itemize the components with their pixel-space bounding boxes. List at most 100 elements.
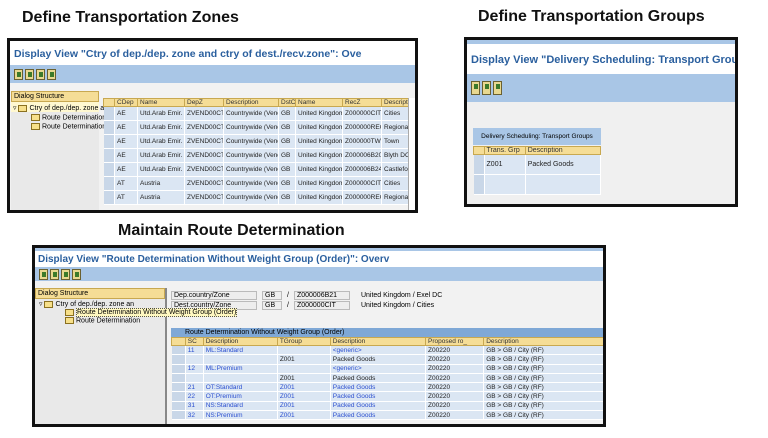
tree-node[interactable]: Route Determination: [11, 121, 106, 131]
table-cell: United Kingdom: [295, 106, 343, 121]
row-selector[interactable]: [103, 176, 115, 191]
table-cell: Z000000CIT: [342, 176, 382, 191]
heading-groups: Define Transportation Groups: [478, 8, 705, 25]
table-row[interactable]: 11 ML:Standard <generic> Z00220 GB > GB / Ci…: [171, 345, 603, 356]
folder-icon: [65, 317, 74, 325]
table-cell: [277, 345, 331, 356]
column-header[interactable]: Description: [524, 146, 602, 155]
row-selector[interactable]: [473, 174, 485, 195]
column-header[interactable]: Name: [295, 98, 343, 107]
scrollbar[interactable]: [408, 98, 415, 210]
row-selector[interactable]: [171, 364, 186, 374]
column-header[interactable]: DstC: [278, 98, 296, 107]
table-row[interactable]: AEUtd.Arab Emir.ZVEND00CTWCountrywide (V…: [103, 148, 415, 163]
select-block-icon[interactable]: [482, 81, 491, 95]
column-header[interactable]: CDep: [114, 98, 138, 107]
table-cell: Z001: [277, 354, 331, 365]
country-field: GB: [262, 290, 282, 300]
table-cell: <generic>: [330, 364, 427, 374]
table-row[interactable]: 32 NS:Premium Z001 Packed Goods Z00220 GB > G…: [171, 410, 603, 421]
column-header[interactable]: Description: [329, 337, 427, 346]
row-selector[interactable]: [171, 410, 186, 421]
table-cell: NS:Premium: [203, 410, 278, 421]
table-cell: Utd.Arab Emir.: [137, 162, 185, 177]
select-block-icon[interactable]: [61, 268, 70, 280]
table-cell: GB > GB / City (RF): [483, 391, 603, 402]
table-cell: Packed Goods: [330, 354, 427, 365]
table-cell: ZVEND00CTW: [184, 176, 224, 191]
row-selector[interactable]: [103, 134, 115, 149]
select-all-icon[interactable]: [50, 268, 59, 280]
table-row[interactable]: AEUtd.Arab Emir.ZVEND00CTWCountrywide (V…: [103, 134, 415, 149]
select-block-icon[interactable]: [36, 68, 45, 80]
table-cell: Utd.Arab Emir.: [137, 120, 185, 135]
row-selector[interactable]: [103, 120, 115, 135]
row-selector-header[interactable]: [473, 146, 485, 155]
column-header[interactable]: DepZ: [184, 98, 224, 107]
select-all-icon[interactable]: [25, 68, 34, 80]
table-row[interactable]: Z001 Packed Goods Z00220 GB > GB / City (RF…: [171, 373, 603, 384]
table-cell: AE: [114, 162, 138, 177]
row-selector[interactable]: [171, 382, 186, 393]
row-selector[interactable]: [171, 391, 186, 402]
column-header[interactable]: Proposed ro_: [425, 337, 485, 346]
deselect-icon[interactable]: [493, 81, 502, 95]
table-cell: [484, 174, 526, 195]
tree-node[interactable]: ▿ Ctry of dep./dep. zone an: [11, 102, 108, 112]
column-header[interactable]: Trans. Grp: [483, 146, 526, 155]
tree-node[interactable]: Route Determination Without Weight Group…: [35, 308, 238, 318]
heading-route: Maintain Route Determination: [118, 222, 345, 239]
column-header[interactable]: RecZ: [342, 98, 382, 107]
table-cell: Packed Goods: [330, 382, 427, 393]
table-cell: GB: [278, 106, 296, 121]
row-selector[interactable]: [171, 401, 186, 412]
table-row[interactable]: 21 OT:Standard Z001 Packed Goods Z00220 GB > …: [171, 382, 603, 393]
table-cell: AE: [114, 134, 138, 149]
deselect-icon[interactable]: [72, 268, 81, 280]
column-header[interactable]: Description: [202, 337, 278, 346]
row-selector[interactable]: [103, 190, 115, 205]
table-row[interactable]: AEUtd.Arab Emir.ZVEND00CTWCountrywide (V…: [103, 162, 415, 177]
select-all-icon[interactable]: [471, 81, 480, 95]
table-row[interactable]: ATAustriaZVEND00CTWCountrywide (Vendor)G…: [103, 176, 415, 191]
table-cell: ZVEND00CTW: [184, 120, 224, 135]
table-cell: NS:Standard: [203, 401, 278, 412]
table-row[interactable]: AEUtd.Arab Emir.ZVEND00CTWCountrywide (V…: [103, 120, 415, 135]
row-selector[interactable]: [473, 154, 485, 175]
table-row[interactable]: Z001 Packed Goods: [473, 154, 602, 175]
table-row[interactable]: [473, 174, 602, 195]
table-cell: AE: [114, 120, 138, 135]
folder-open-icon: [65, 309, 74, 316]
table-cell: GB: [278, 134, 296, 149]
column-header[interactable]: Description: [223, 98, 279, 107]
table-row[interactable]: ATAustriaZVEND00CTWCountrywide (Vendor)G…: [103, 190, 415, 205]
table-cell: GB > GB / City (RF): [483, 401, 603, 412]
table-cell: ML:Standard: [203, 345, 278, 356]
row-selector[interactable]: [171, 354, 186, 365]
deselect-icon[interactable]: [47, 68, 56, 80]
table-row[interactable]: 22 OT:Premium Z001 Packed Goods Z00220 GB > G…: [171, 391, 603, 402]
row-selector-header[interactable]: [103, 98, 115, 107]
row-selector[interactable]: [171, 373, 186, 384]
table-row[interactable]: 12 ML:Premium <generic> Z00220 GB > GB / Cit…: [171, 364, 603, 374]
change-icon[interactable]: [39, 268, 48, 280]
change-icon[interactable]: [14, 68, 23, 80]
row-selector[interactable]: [103, 162, 115, 177]
row-selector[interactable]: [103, 148, 115, 163]
tree-node[interactable]: ▿ Ctry of dep./dep. zone an: [35, 299, 165, 308]
row-selector-header[interactable]: [171, 337, 186, 346]
row-selector[interactable]: [103, 106, 115, 121]
tree-node[interactable]: Route Determination: [11, 112, 106, 121]
table-row[interactable]: Z001 Packed Goods Z00220 GB > GB / City (RF…: [171, 354, 603, 365]
column-header[interactable]: Description: [483, 337, 603, 346]
tree-node[interactable]: Route Determination: [35, 316, 165, 325]
column-header[interactable]: SC: [184, 337, 204, 346]
row-selector[interactable]: [171, 345, 186, 356]
table-cell: Z000006B24: [342, 162, 382, 177]
table-row[interactable]: 31 NS:Standard Z001 Packed Goods Z00220 GB > …: [171, 401, 603, 412]
column-header[interactable]: TGroup: [276, 337, 331, 346]
table-cell: Z001: [277, 401, 331, 412]
table-row[interactable]: AEUtd.Arab Emir.ZVEND00CTWCountrywide (V…: [103, 106, 415, 121]
table-cell: Countrywide (Vendor): [223, 162, 279, 177]
column-header[interactable]: Name: [137, 98, 185, 107]
